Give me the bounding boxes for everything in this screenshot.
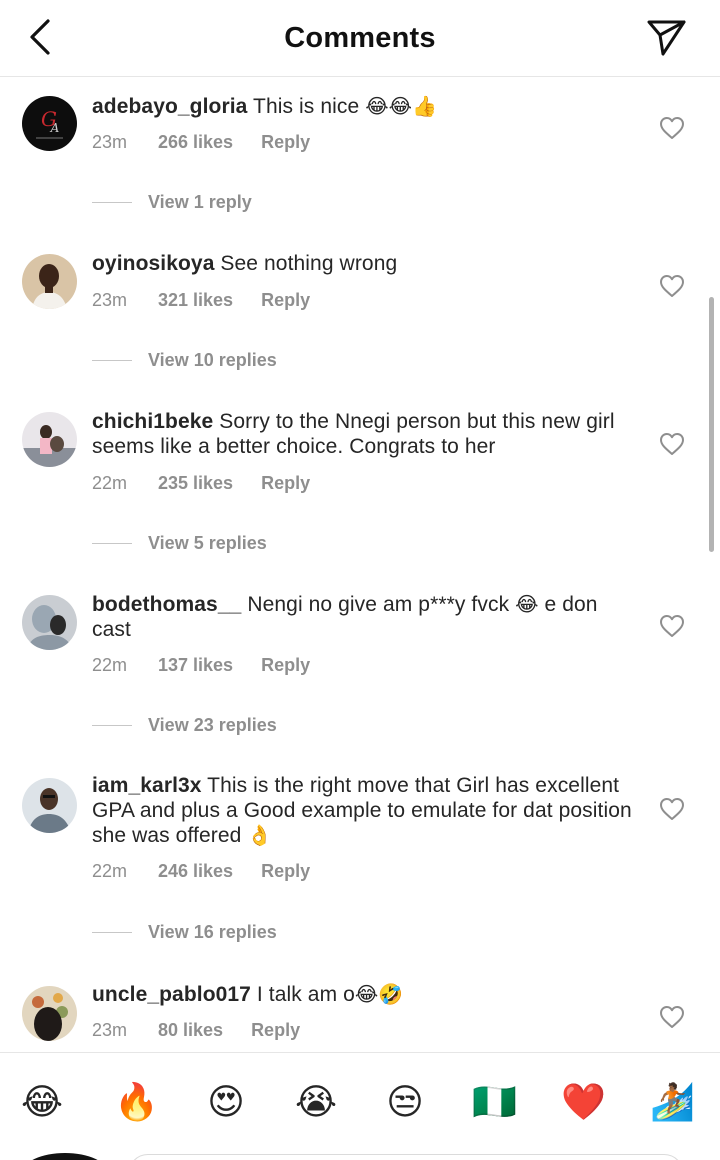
heart-outline-icon <box>660 275 684 297</box>
replies-divider <box>92 543 132 544</box>
like-button[interactable] <box>659 797 685 821</box>
view-replies-button[interactable]: View 5 replies <box>92 533 267 554</box>
comment-text: iam_karl3x This is the right move that G… <box>92 774 632 849</box>
send-icon <box>647 20 686 56</box>
comment-time: 22m <box>92 473 128 493</box>
view-replies-label: View 16 replies <box>148 922 277 942</box>
like-button[interactable] <box>659 116 685 140</box>
comment-username[interactable]: iam_karl3x <box>92 774 202 797</box>
replies-divider <box>92 202 132 203</box>
view-replies-button[interactable]: View 1 reply <box>92 192 252 213</box>
like-button[interactable] <box>659 1005 685 1029</box>
comment-likes[interactable]: 137 likes <box>158 655 233 676</box>
heart-outline-icon <box>660 433 684 455</box>
avatar[interactable]: G A <box>22 96 77 151</box>
comments-header: Comments <box>0 0 720 77</box>
comment-emoji: 👌 <box>247 823 273 847</box>
replies-divider <box>92 725 132 726</box>
comment-likes[interactable]: 321 likes <box>158 290 233 311</box>
share-button[interactable] <box>646 18 688 58</box>
avatar[interactable] <box>22 986 77 1041</box>
comment-body: I talk am o <box>256 983 355 1006</box>
comment-likes[interactable]: 235 likes <box>158 473 233 494</box>
comment-body: See nothing wrong <box>220 252 398 275</box>
reply-button[interactable]: Reply <box>261 655 310 676</box>
comment-meta: 22m 235 likes Reply <box>92 473 310 494</box>
comment-text: oyinosikoya See nothing wrong <box>92 252 632 277</box>
comment-text: adebayo_gloria This is nice 😂😂👍 <box>92 94 632 120</box>
reply-button[interactable]: Reply <box>261 861 310 882</box>
comment-username[interactable]: chichi1beke <box>92 410 213 433</box>
comment-text: chichi1beke Sorry to the Nnegi person bu… <box>92 410 632 459</box>
comment-time: 22m <box>92 861 128 881</box>
emoji-reaction-bar: 😂 🔥 😍 😭 😒 🇳🇬 ❤️ 🏄🏾 <box>0 1052 720 1160</box>
comment-meta: 23m 80 likes Reply <box>92 1020 300 1041</box>
comment-username[interactable]: oyinosikoya <box>92 252 214 275</box>
comment-meta: 22m 137 likes Reply <box>92 655 310 676</box>
comment-text: uncle_pablo017 I talk am o😂🤣 <box>92 982 632 1008</box>
emoji-button[interactable]: 🇳🇬 <box>472 1081 517 1125</box>
emoji-button[interactable]: 😂 <box>20 1081 64 1125</box>
view-replies-label: View 5 replies <box>148 533 267 553</box>
heart-outline-icon <box>660 798 684 820</box>
comment-input[interactable] <box>128 1154 684 1160</box>
comment-emoji: 😂 <box>515 592 539 616</box>
comment-likes[interactable]: 80 likes <box>158 1020 223 1041</box>
view-replies-label: View 10 replies <box>148 350 277 370</box>
heart-outline-icon <box>660 1006 684 1028</box>
scrollbar[interactable] <box>709 297 714 552</box>
replies-divider <box>92 932 132 933</box>
view-replies-label: View 23 replies <box>148 715 277 735</box>
view-replies-button[interactable]: View 16 replies <box>92 922 277 943</box>
like-button[interactable] <box>659 274 685 298</box>
avatar[interactable] <box>22 595 77 650</box>
emoji-button[interactable]: 😒 <box>383 1081 427 1125</box>
like-button[interactable] <box>659 432 685 456</box>
reply-button[interactable]: Reply <box>251 1020 300 1041</box>
heart-outline-icon <box>660 117 684 139</box>
comment-meta: 23m 321 likes Reply <box>92 290 310 311</box>
heart-outline-icon <box>660 615 684 637</box>
emoji-button[interactable]: 😍 <box>204 1081 248 1125</box>
emoji-button[interactable]: ❤️ <box>561 1081 606 1125</box>
view-replies-button[interactable]: View 23 replies <box>92 715 277 736</box>
comment-username[interactable]: bodethomas__ <box>92 593 241 616</box>
emoji-button[interactable]: 😭 <box>294 1081 338 1125</box>
comment-body: This is nice <box>253 95 360 118</box>
comment-time: 22m <box>92 655 128 675</box>
comment-username[interactable]: adebayo_gloria <box>92 95 247 118</box>
like-button[interactable] <box>659 614 685 638</box>
comment-text: bodethomas__ Nengi no give am p***y fvck… <box>92 592 632 642</box>
comment-emoji: 😂😂👍 <box>365 94 438 118</box>
comment-time: 23m <box>92 132 128 152</box>
reply-button[interactable]: Reply <box>261 290 310 311</box>
avatar[interactable] <box>22 412 77 467</box>
avatar[interactable] <box>22 778 77 833</box>
view-replies-button[interactable]: View 10 replies <box>92 350 277 371</box>
comment-meta: 23m 266 likes Reply <box>92 132 310 153</box>
reply-button[interactable]: Reply <box>261 132 310 153</box>
comment-emoji: 😂🤣 <box>354 982 404 1006</box>
svg-text:A: A <box>50 121 60 135</box>
page-title: Comments <box>284 22 436 54</box>
comment-likes[interactable]: 246 likes <box>158 861 233 882</box>
comment-meta: 22m 246 likes Reply <box>92 861 310 882</box>
replies-divider <box>92 360 132 361</box>
comment-time: 23m <box>92 290 128 310</box>
emoji-button[interactable]: 🔥 <box>114 1081 159 1125</box>
comments-list[interactable]: G A adebayo_gloria This is nice 😂😂👍 23m … <box>0 78 720 1052</box>
emoji-button[interactable]: 🏄🏾 <box>650 1081 695 1125</box>
comment-username[interactable]: uncle_pablo017 <box>92 983 251 1006</box>
comment-likes[interactable]: 266 likes <box>158 132 233 153</box>
comment-time: 23m <box>92 1020 128 1040</box>
reply-button[interactable]: Reply <box>261 473 310 494</box>
avatar[interactable] <box>22 254 77 309</box>
view-replies-label: View 1 reply <box>148 192 252 212</box>
comment-body: Nengi no give am p***y fvck <box>247 593 510 616</box>
